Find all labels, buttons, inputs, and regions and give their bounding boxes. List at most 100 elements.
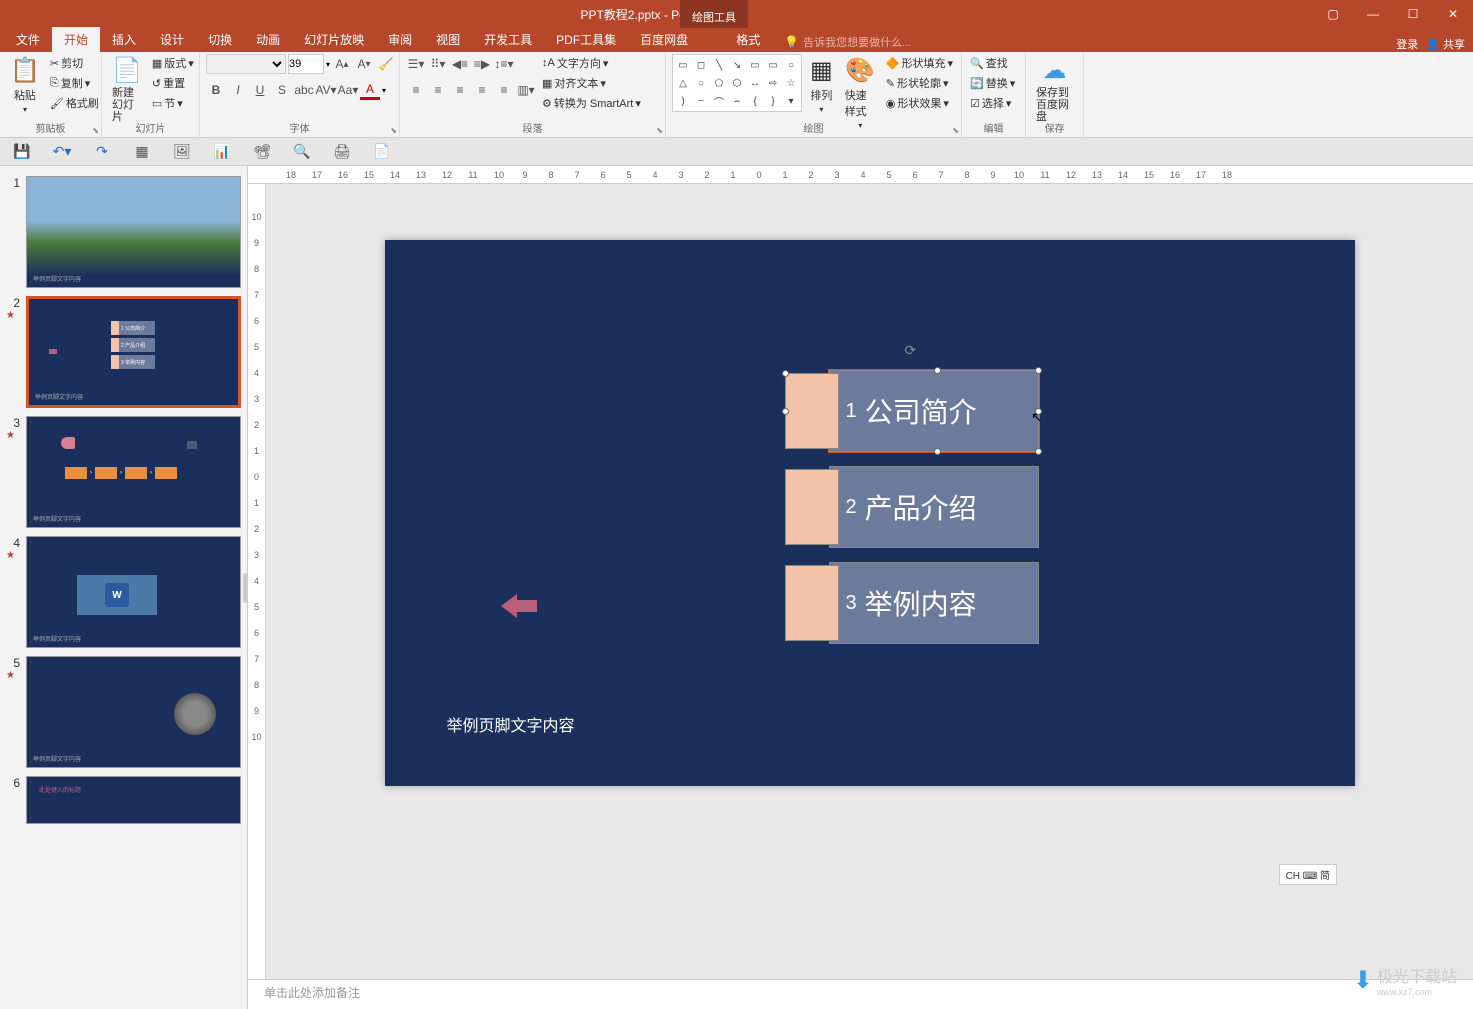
qat-icon-4[interactable]: 📽 (252, 142, 272, 162)
smartart-right-box[interactable]: 1公司简介 (829, 370, 1039, 452)
maximize-icon[interactable]: ☐ (1393, 0, 1433, 28)
align-left-icon[interactable]: ≡ (406, 80, 426, 100)
justify-icon[interactable]: ≡ (472, 80, 492, 100)
smartart-left-box[interactable] (785, 469, 839, 545)
columns-icon[interactable]: ▥▾ (516, 80, 536, 100)
shape-gallery[interactable]: ▭◻╲↘▭▭○ △○⬠⬡↔⇨☆ )~⌒⌢{}▾ (672, 54, 802, 112)
align-center-icon[interactable]: ≡ (428, 80, 448, 100)
text-direction-button[interactable]: ↕A文字方向 ▾ (540, 54, 643, 72)
save-icon[interactable]: 💾 (12, 142, 32, 162)
share-button[interactable]: 👤 共享 (1426, 36, 1465, 52)
tab-view[interactable]: 视图 (424, 27, 472, 52)
panel-resize-handle[interactable] (240, 166, 248, 1009)
tab-baidu[interactable]: 百度网盘 (628, 27, 700, 52)
arrange-button[interactable]: ▦ 排列 ▾ (806, 54, 837, 116)
clear-format-icon[interactable]: 🧹 (376, 54, 396, 74)
bold-icon[interactable]: B (206, 80, 226, 100)
tab-transition[interactable]: 切换 (196, 27, 244, 52)
underline-icon[interactable]: U (250, 80, 270, 100)
tab-home[interactable]: 开始 (52, 27, 100, 52)
slide-thumbnail-5[interactable]: 举例页脚文字内容 (26, 656, 241, 768)
smartart-left-box[interactable] (785, 565, 839, 641)
qat-icon-5[interactable]: 🔍 (292, 142, 312, 162)
tab-pdf[interactable]: PDF工具集 (544, 27, 628, 52)
smartart-right-box[interactable]: 2产品介绍 (829, 466, 1039, 548)
horizontal-ruler[interactable]: 1817161514131211109876543210123456789101… (248, 166, 1473, 184)
qat-icon-3[interactable]: 📊 (212, 142, 232, 162)
tab-slideshow[interactable]: 幻灯片放映 (292, 27, 376, 52)
vertical-ruler[interactable]: 10987654321012345678910 (248, 184, 266, 979)
find-button[interactable]: 🔍查找 (968, 54, 1017, 72)
smartart-left-box[interactable] (785, 373, 839, 449)
ribbon-display-icon[interactable]: ▢ (1313, 0, 1353, 28)
increase-font-icon[interactable]: A▴ (332, 54, 352, 74)
footer-text[interactable]: 举例页脚文字内容 (447, 712, 575, 736)
tab-animation[interactable]: 动画 (244, 27, 292, 52)
canvas-area[interactable]: ⟳ 1公司简介 (266, 184, 1473, 979)
qat-icon-6[interactable]: 🖨 (332, 142, 352, 162)
font-color-icon[interactable]: A (360, 80, 380, 100)
qat-icon-7[interactable]: 📄 (372, 142, 392, 162)
dialog-launcher-icon[interactable]: ⬊ (390, 126, 397, 135)
slide-thumbnail-panel[interactable]: 1 举例页脚文字内容 2★ 1 公司简介 2 产品介绍 3 举例内容 举例页脚文… (0, 166, 248, 1009)
tab-developer[interactable]: 开发工具 (472, 27, 544, 52)
paste-button[interactable]: 📋 粘贴 ▾ (6, 54, 44, 116)
tab-design[interactable]: 设计 (148, 27, 196, 52)
shape-outline-button[interactable]: ✎形状轮廓 ▾ (884, 74, 955, 92)
reset-button[interactable]: ↺重置 (150, 74, 196, 92)
format-painter-button[interactable]: 🖌格式刷 (48, 94, 101, 112)
slide-thumbnail-6[interactable]: 此处键入的标题 (26, 776, 241, 824)
smartart-item-2[interactable]: 2产品介绍 (785, 466, 1039, 548)
italic-icon[interactable]: I (228, 80, 248, 100)
increase-indent-icon[interactable]: ≡▶ (472, 54, 492, 74)
tab-file[interactable]: 文件 (4, 27, 52, 52)
shape-fill-button[interactable]: 🔶形状填充 ▾ (884, 54, 955, 72)
smartart-item-3[interactable]: 3举例内容 (785, 562, 1039, 644)
slide-canvas[interactable]: ⟳ 1公司简介 (385, 240, 1355, 786)
line-spacing-icon[interactable]: ↕≡▾ (494, 54, 514, 74)
tab-insert[interactable]: 插入 (100, 27, 148, 52)
dialog-launcher-icon[interactable]: ⬊ (952, 126, 959, 135)
distribute-icon[interactable]: ≡ (494, 80, 514, 100)
notes-pane[interactable]: 单击此处添加备注 (248, 979, 1473, 1009)
decrease-font-icon[interactable]: A▾ (354, 54, 374, 74)
new-slide-button[interactable]: 📄 新建 幻灯片 (108, 54, 146, 125)
dialog-launcher-icon[interactable]: ⬊ (656, 126, 663, 135)
change-case-icon[interactable]: Aa▾ (338, 80, 358, 100)
redo-icon[interactable]: ↷ (92, 142, 112, 162)
shape-effects-button[interactable]: ◉形状效果 ▾ (884, 94, 955, 112)
slide-thumbnail-2[interactable]: 1 公司简介 2 产品介绍 3 举例内容 举例页脚文字内容 (26, 296, 241, 408)
font-family-select[interactable] (206, 54, 286, 74)
char-spacing-icon[interactable]: AV▾ (316, 80, 336, 100)
replace-button[interactable]: 🔄替换 ▾ (968, 74, 1017, 92)
slide-thumbnail-1[interactable]: 举例页脚文字内容 (26, 176, 241, 288)
login-link[interactable]: 登录 (1396, 36, 1418, 52)
strikethrough-icon[interactable]: S (272, 80, 292, 100)
undo-icon[interactable]: ↶▾ (52, 142, 72, 162)
slide-thumbnail-4[interactable]: W 举例页脚文字内容 (26, 536, 241, 648)
minimize-icon[interactable]: — (1353, 0, 1393, 28)
left-arrow-shape[interactable] (501, 594, 537, 618)
font-size-input[interactable] (288, 54, 324, 74)
shadow-icon[interactable]: abc (294, 80, 314, 100)
copy-button[interactable]: ⎘复制 ▾ (48, 74, 101, 92)
qat-icon-2[interactable]: 🖼 (172, 142, 192, 162)
tell-me-input[interactable]: 告诉我您想要做什么... (799, 32, 915, 52)
smartart-item-1[interactable]: ⟳ 1公司简介 (785, 370, 1039, 452)
language-indicator[interactable]: CH ⌨ 简 (1279, 864, 1337, 885)
align-right-icon[interactable]: ≡ (450, 80, 470, 100)
tab-review[interactable]: 审阅 (376, 27, 424, 52)
cut-button[interactable]: ✂剪切 (48, 54, 101, 72)
smartart-right-box[interactable]: 3举例内容 (829, 562, 1039, 644)
qat-icon-1[interactable]: ▦ (132, 142, 152, 162)
close-icon[interactable]: ✕ (1433, 0, 1473, 28)
smartart-button[interactable]: ⚙转换为 SmartArt ▾ (540, 94, 643, 112)
layout-button[interactable]: ▦版式 ▾ (150, 54, 196, 72)
select-button[interactable]: ☑选择 ▾ (968, 94, 1017, 112)
decrease-indent-icon[interactable]: ◀≡ (450, 54, 470, 74)
align-text-button[interactable]: ▦对齐文本 ▾ (540, 74, 643, 92)
bullets-icon[interactable]: ☰▾ (406, 54, 426, 74)
section-button[interactable]: ▭节 ▾ (150, 94, 196, 112)
rotate-handle-icon[interactable]: ⟳ (905, 342, 919, 356)
numbering-icon[interactable]: ⠿▾ (428, 54, 448, 74)
